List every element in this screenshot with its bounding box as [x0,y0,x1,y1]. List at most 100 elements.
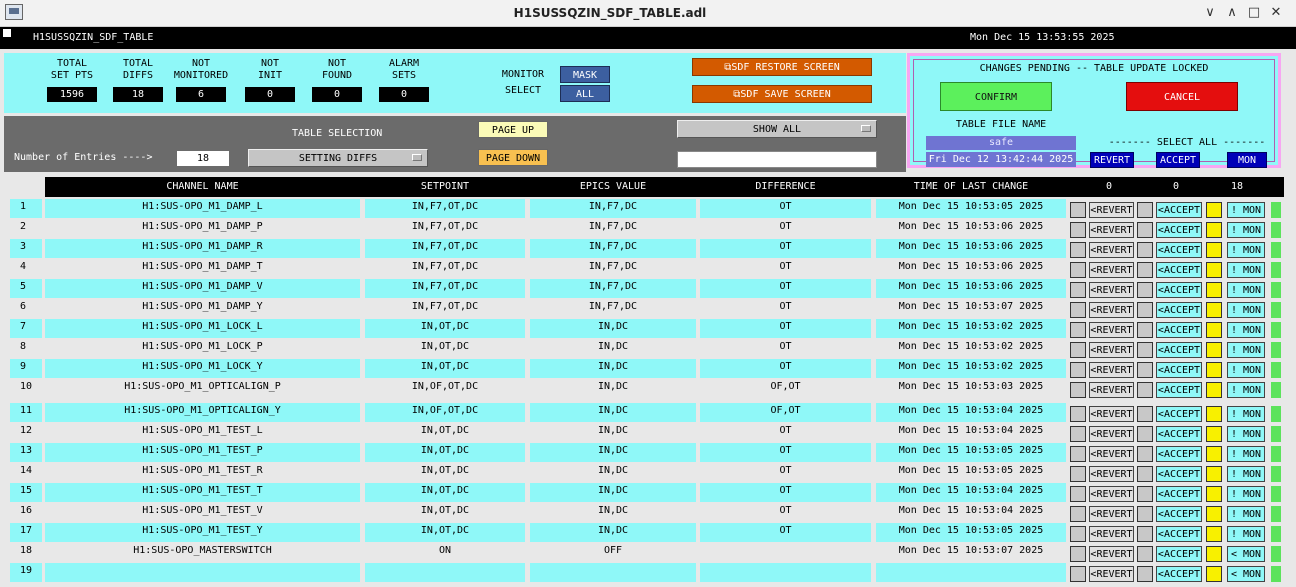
accept-checkbox[interactable] [1137,222,1153,238]
accept-checkbox[interactable] [1137,342,1153,358]
mon-checkbox[interactable] [1206,222,1222,238]
revert-button[interactable]: <REVERT [1089,362,1134,378]
mon-button[interactable]: ! MON [1227,242,1265,258]
revert-checkbox[interactable] [1070,222,1086,238]
accept-button[interactable]: <ACCEPT [1156,202,1202,218]
mon-checkbox[interactable] [1206,382,1222,398]
revert-checkbox[interactable] [1070,526,1086,542]
accept-checkbox[interactable] [1137,362,1153,378]
accept-checkbox[interactable] [1137,486,1153,502]
accept-button[interactable]: <ACCEPT [1156,506,1202,522]
revert-button[interactable]: <REVERT [1089,426,1134,442]
accept-button[interactable]: <ACCEPT [1156,282,1202,298]
mon-checkbox[interactable] [1206,322,1222,338]
revert-button[interactable]: <REVERT [1089,466,1134,482]
accept-checkbox[interactable] [1137,506,1153,522]
mon-button[interactable]: < MON [1227,566,1265,582]
mon-button[interactable]: ! MON [1227,382,1265,398]
accept-checkbox[interactable] [1137,282,1153,298]
revert-checkbox[interactable] [1070,426,1086,442]
mon-checkbox[interactable] [1206,486,1222,502]
mon-checkbox[interactable] [1206,242,1222,258]
mon-checkbox[interactable] [1206,362,1222,378]
revert-button[interactable]: <REVERT [1089,406,1134,422]
accept-button[interactable]: <ACCEPT [1156,342,1202,358]
mon-button[interactable]: ! MON [1227,262,1265,278]
mon-checkbox[interactable] [1206,506,1222,522]
revert-button[interactable]: <REVERT [1089,526,1134,542]
revert-button[interactable]: <REVERT [1089,382,1134,398]
table-selection-menu[interactable]: SETTING DIFFS [248,149,428,167]
mon-button[interactable]: ! MON [1227,302,1265,318]
accept-checkbox[interactable] [1137,466,1153,482]
accept-checkbox[interactable] [1137,406,1153,422]
mask-button[interactable]: MASK [560,66,610,83]
revert-checkbox[interactable] [1070,202,1086,218]
accept-checkbox[interactable] [1137,546,1153,562]
revert-button[interactable]: <REVERT [1089,302,1134,318]
mon-checkbox[interactable] [1206,406,1222,422]
mon-button[interactable]: ! MON [1227,486,1265,502]
mon-button[interactable]: ! MON [1227,342,1265,358]
accept-checkbox[interactable] [1137,262,1153,278]
revert-checkbox[interactable] [1070,342,1086,358]
mon-checkbox[interactable] [1206,202,1222,218]
select-all-mon-button[interactable]: MON [1227,152,1267,168]
minimize-icon[interactable]: ∨ [1200,4,1220,22]
sdf-restore-screen-button[interactable]: ⧉SDF RESTORE SCREEN [692,58,872,76]
revert-checkbox[interactable] [1070,566,1086,582]
revert-button[interactable]: <REVERT [1089,546,1134,562]
cancel-button[interactable]: CANCEL [1126,82,1238,111]
accept-button[interactable]: <ACCEPT [1156,302,1202,318]
show-all-menu[interactable]: SHOW ALL [677,120,877,138]
revert-checkbox[interactable] [1070,322,1086,338]
mon-checkbox[interactable] [1206,342,1222,358]
revert-button[interactable]: <REVERT [1089,342,1134,358]
mon-button[interactable]: ! MON [1227,426,1265,442]
mon-checkbox[interactable] [1206,446,1222,462]
accept-checkbox[interactable] [1137,242,1153,258]
revert-button[interactable]: <REVERT [1089,446,1134,462]
revert-button[interactable]: <REVERT [1089,262,1134,278]
revert-checkbox[interactable] [1070,546,1086,562]
accept-button[interactable]: <ACCEPT [1156,566,1202,582]
mon-button[interactable]: ! MON [1227,466,1265,482]
accept-checkbox[interactable] [1137,322,1153,338]
revert-button[interactable]: <REVERT [1089,506,1134,522]
accept-button[interactable]: <ACCEPT [1156,222,1202,238]
mon-button[interactable]: ! MON [1227,322,1265,338]
mon-checkbox[interactable] [1206,526,1222,542]
mon-checkbox[interactable] [1206,546,1222,562]
filter-input[interactable] [677,151,877,168]
maximize-icon[interactable]: ∧ [1222,4,1242,22]
restore-icon[interactable]: □ [1244,4,1264,22]
mon-checkbox[interactable] [1206,302,1222,318]
mon-button[interactable]: ! MON [1227,362,1265,378]
accept-button[interactable]: <ACCEPT [1156,546,1202,562]
accept-checkbox[interactable] [1137,302,1153,318]
accept-button[interactable]: <ACCEPT [1156,486,1202,502]
revert-checkbox[interactable] [1070,486,1086,502]
accept-checkbox[interactable] [1137,526,1153,542]
revert-checkbox[interactable] [1070,262,1086,278]
mon-button[interactable]: ! MON [1227,446,1265,462]
revert-checkbox[interactable] [1070,362,1086,378]
select-all-revert-button[interactable]: REVERT [1090,152,1134,168]
revert-checkbox[interactable] [1070,242,1086,258]
accept-button[interactable]: <ACCEPT [1156,526,1202,542]
revert-checkbox[interactable] [1070,466,1086,482]
accept-button[interactable]: <ACCEPT [1156,362,1202,378]
revert-checkbox[interactable] [1070,282,1086,298]
mon-checkbox[interactable] [1206,466,1222,482]
accept-button[interactable]: <ACCEPT [1156,322,1202,338]
revert-button[interactable]: <REVERT [1089,566,1134,582]
confirm-button[interactable]: CONFIRM [940,82,1052,111]
mon-checkbox[interactable] [1206,282,1222,298]
accept-checkbox[interactable] [1137,382,1153,398]
mon-button[interactable]: ! MON [1227,406,1265,422]
accept-checkbox[interactable] [1137,426,1153,442]
mon-checkbox[interactable] [1206,262,1222,278]
mon-checkbox[interactable] [1206,566,1222,582]
revert-checkbox[interactable] [1070,406,1086,422]
accept-button[interactable]: <ACCEPT [1156,466,1202,482]
